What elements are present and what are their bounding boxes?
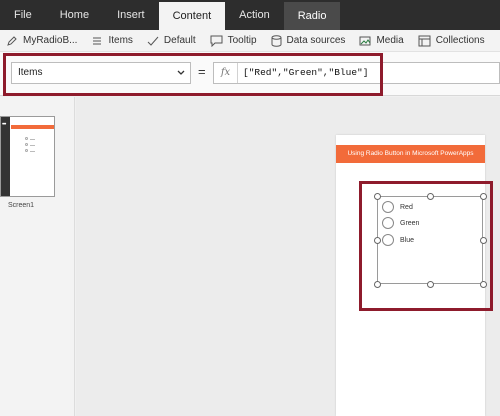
check-icon [147, 36, 159, 46]
thumbnail-radio-label [30, 145, 35, 146]
image-icon [359, 36, 371, 45]
data-sources-label: Data sources [286, 35, 346, 46]
list-icon [93, 37, 102, 44]
default-label: Default [163, 35, 196, 46]
tab-content[interactable]: Content [158, 2, 226, 30]
control-highlight-box [359, 181, 493, 311]
tab-insert[interactable]: Insert [103, 2, 159, 28]
collection-icon [418, 35, 431, 46]
control-name-label: MyRadioB... [23, 35, 78, 46]
data-sources-button[interactable]: Data sources [271, 34, 346, 47]
screen-thumbnail[interactable]: ••• [0, 116, 55, 197]
tooltip-label: Tooltip [227, 35, 257, 46]
thumbnail-side-strip [1, 117, 10, 196]
thumbnail-radio [25, 143, 28, 146]
thumbnail-radio-label [30, 151, 35, 152]
thumbnail-header [11, 125, 54, 129]
comment-icon [210, 35, 223, 47]
more-options-icon[interactable]: ••• [2, 122, 6, 128]
ribbon-tabbar: File Home Insert Content Action Radio [0, 0, 500, 30]
tab-action[interactable]: Action [225, 2, 284, 28]
items-button[interactable]: Items [91, 35, 133, 47]
tab-file[interactable]: File [0, 2, 46, 28]
app-header-label[interactable]: Using Radio Button in Microsoft PowerApp… [336, 145, 485, 163]
control-name-button[interactable]: MyRadioB... [6, 35, 77, 47]
collections-button[interactable]: Collections [418, 35, 485, 47]
thumbnail-radio [25, 149, 28, 152]
default-button[interactable]: Default [147, 35, 196, 47]
media-label: Media [376, 35, 404, 46]
tab-home[interactable]: Home [46, 2, 103, 28]
items-label: Items [108, 35, 133, 46]
tooltip-button[interactable]: Tooltip [210, 35, 257, 47]
command-bar: MyRadioB... Items Default Tooltip Data s… [0, 30, 500, 52]
collections-label: Collections [435, 35, 485, 46]
formula-highlight-box [3, 53, 383, 96]
thumbnail-radio-label [30, 139, 35, 140]
database-icon [271, 34, 282, 47]
tab-radio[interactable]: Radio [283, 2, 341, 30]
screen-name-label: Screen1 [8, 202, 35, 209]
media-button[interactable]: Media [359, 35, 404, 47]
screens-pane: ••• Screen1 [0, 97, 75, 416]
pencil-icon [7, 35, 17, 46]
thumbnail-radio [25, 137, 28, 140]
